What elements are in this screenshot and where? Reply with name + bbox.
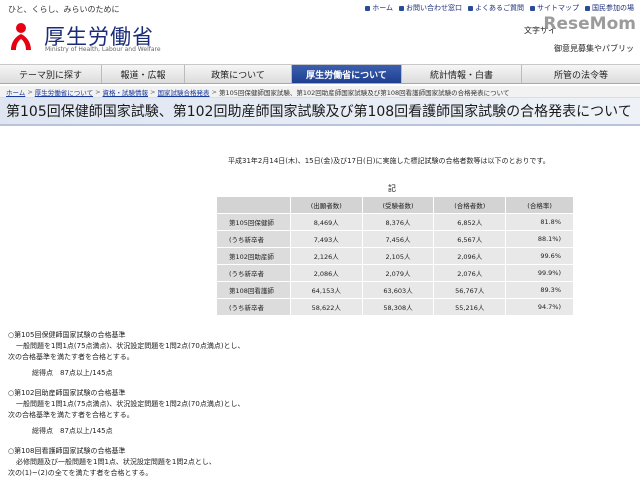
util-link-sitemap[interactable]: サイトマップ bbox=[530, 3, 579, 13]
util-link-contact[interactable]: お問い合わせ窓口 bbox=[399, 3, 462, 13]
util-link-home[interactable]: ホーム bbox=[365, 3, 393, 13]
table-row: (うち新卒者 7,493人 7,456人 6,567人 88.1%) bbox=[216, 230, 574, 248]
criteria-text: 必修問題及び一般問題を1問1点、状況設定問題を1問2点とし、 bbox=[16, 458, 216, 466]
pass-rate-cell: 88.1%) bbox=[505, 230, 574, 248]
arrow-icon bbox=[399, 5, 404, 11]
applicants-cell: 64,153人 bbox=[289, 281, 363, 299]
opinion-link[interactable]: 御意見募集やパブリッ bbox=[554, 43, 634, 54]
site-tagline: ひと、くらし、みらいのために bbox=[8, 5, 120, 14]
criteria-score: 総得点 87点以上/145点 bbox=[32, 427, 113, 435]
passers-cell: 55,216人 bbox=[433, 298, 507, 316]
criteria-score: 総得点 87点以上/145点 bbox=[32, 369, 113, 377]
criteria-heading: ○第108回看護師国家試験の合格基準 bbox=[8, 447, 126, 455]
criteria-midwife: ○第102回助産師国家試験の合格基準 一般問題を1問1点(75点満点)、状況設定… bbox=[8, 388, 245, 437]
nav-item-policy[interactable]: 政策について bbox=[185, 65, 292, 83]
pass-rate-cell: 89.3% bbox=[505, 281, 574, 299]
arrow-icon bbox=[530, 5, 535, 11]
criteria-nurse: ○第108回看護師国家試験の合格基準 必修問題及び一般問題を1問1点、状況設定問… bbox=[8, 446, 216, 479]
criteria-text: 次の合格基準を満たす者を合格とする。 bbox=[8, 353, 134, 361]
table-row: 第108回看護師 64,153人 63,603人 56,767人 89.3% bbox=[216, 281, 574, 299]
table-header-cell: (合格者数) bbox=[433, 196, 507, 214]
examinees-cell: 63,603人 bbox=[361, 281, 435, 299]
table-header-row: (出願者数) (受験者数) (合格者数) (合格率) bbox=[216, 196, 574, 214]
examinees-cell: 8,376人 bbox=[361, 213, 435, 231]
util-link-faq[interactable]: よくあるご質問 bbox=[468, 3, 524, 13]
criteria-text: 一般問題を1問1点(75点満点)、状況設定問題を1問2点(70点満点)とし、 bbox=[16, 342, 245, 350]
table-header-cell: (合格率) bbox=[505, 196, 574, 214]
passers-cell: 2,076人 bbox=[433, 264, 507, 282]
nav-item-press[interactable]: 報道・広報 bbox=[102, 65, 185, 83]
mhlw-logo-icon[interactable] bbox=[8, 22, 34, 52]
pass-rate-cell: 94.7%) bbox=[505, 298, 574, 316]
criteria-public-health-nurse: ○第105回保健師国家試験の合格基準 一般問題を1問1点(75点満点)、状況設定… bbox=[8, 330, 245, 379]
page-title: 第105回保健師国家試験、第102回助産師国家試験及び第108回看護師国家試験の… bbox=[0, 98, 640, 126]
table-header-cell bbox=[216, 196, 291, 214]
passers-cell: 2,096人 bbox=[433, 247, 507, 265]
results-table: (出願者数) (受験者数) (合格者数) (合格率) 第105回保健師 8,46… bbox=[216, 196, 574, 316]
nav-item-themes[interactable]: テーマ別に探す bbox=[0, 65, 102, 83]
applicants-cell: 58,622人 bbox=[289, 298, 363, 316]
criteria-text: 一般問題を1問1点(75点満点)、状況設定問題を1問2点(70点満点)とし、 bbox=[16, 400, 245, 408]
examinees-cell: 58,308人 bbox=[361, 298, 435, 316]
row-label: 第108回看護師 bbox=[216, 281, 291, 299]
global-nav: テーマ別に探す 報道・広報 政策について 厚生労働省について 統計情報・白書 所… bbox=[0, 64, 640, 84]
criteria-text: 次の(1)~(2)の全てを満たす者を合格とする。 bbox=[8, 469, 153, 477]
row-label: 第102回助産師 bbox=[216, 247, 291, 265]
arrow-icon bbox=[468, 5, 473, 11]
row-label: 第105回保健師 bbox=[216, 213, 291, 231]
applicants-cell: 2,126人 bbox=[289, 247, 363, 265]
passers-cell: 56,767人 bbox=[433, 281, 507, 299]
intro-text: 平成31年2月14日(木)、15日(金)及び17日(日)に実施した標記試験の合格… bbox=[228, 157, 550, 165]
table-header-cell: (出願者数) bbox=[289, 196, 363, 214]
table-row: (うち新卒者 58,622人 58,308人 55,216人 94.7%) bbox=[216, 298, 574, 316]
table-row: (うち新卒者 2,086人 2,079人 2,076人 99.9%) bbox=[216, 264, 574, 282]
row-label: (うち新卒者 bbox=[216, 264, 291, 282]
pass-rate-cell: 81.8% bbox=[505, 213, 574, 231]
table-row: 第102回助産師 2,126人 2,105人 2,096人 99.6% bbox=[216, 247, 574, 265]
breadcrumb: ホーム > 厚生労働省について > 資格・試験情報 > 国家試験合格発表 > 第105回… bbox=[0, 86, 640, 98]
applicants-cell: 2,086人 bbox=[289, 264, 363, 282]
utility-links: ホーム お問い合わせ窓口 よくあるご質問 サイトマップ 国民参加の場 bbox=[365, 3, 634, 13]
resemom-watermark: ReseMom bbox=[543, 14, 636, 34]
pass-rate-cell: 99.9%) bbox=[505, 264, 574, 282]
row-label: (うち新卒者 bbox=[216, 298, 291, 316]
ki-label: 記 bbox=[388, 184, 396, 193]
pass-rate-cell: 99.6% bbox=[505, 247, 574, 265]
applicants-cell: 8,469人 bbox=[289, 213, 363, 231]
examinees-cell: 2,079人 bbox=[361, 264, 435, 282]
nav-item-statistics[interactable]: 統計情報・白書 bbox=[402, 65, 522, 83]
criteria-heading: ○第105回保健師国家試験の合格基準 bbox=[8, 331, 126, 339]
criteria-text: 次の合格基準を満たす者を合格とする。 bbox=[8, 411, 134, 419]
row-label: (うち新卒者 bbox=[216, 230, 291, 248]
table-header-cell: (受験者数) bbox=[361, 196, 435, 214]
criteria-heading: ○第102回助産師国家試験の合格基準 bbox=[8, 389, 126, 397]
breadcrumb-current: 第105回保健師国家試験、第102回助産師国家試験及び第108回看護師国家試験の… bbox=[218, 88, 510, 97]
examinees-cell: 7,456人 bbox=[361, 230, 435, 248]
site-header: ひと、くらし、みらいのために 厚生労働省 Ministry of Health,… bbox=[0, 0, 640, 64]
breadcrumb-qualifications[interactable]: 資格・試験情報 bbox=[103, 87, 149, 97]
breadcrumb-exam-results[interactable]: 国家試験合格発表 bbox=[157, 87, 209, 97]
passers-cell: 6,852人 bbox=[433, 213, 507, 231]
nav-item-laws[interactable]: 所管の法令等 bbox=[522, 65, 640, 83]
applicants-cell: 7,493人 bbox=[289, 230, 363, 248]
examinees-cell: 2,105人 bbox=[361, 247, 435, 265]
passers-cell: 6,567人 bbox=[433, 230, 507, 248]
arrow-icon bbox=[585, 5, 590, 11]
breadcrumb-about[interactable]: 厚生労働省について bbox=[35, 87, 93, 97]
nav-item-about[interactable]: 厚生労働省について bbox=[292, 65, 402, 83]
arrow-icon bbox=[365, 5, 371, 11]
table-row: 第105回保健師 8,469人 8,376人 6,852人 81.8% bbox=[216, 213, 574, 231]
logo-english: Ministry of Health, Labour and Welfare bbox=[45, 46, 161, 53]
breadcrumb-home[interactable]: ホーム bbox=[6, 87, 25, 97]
util-link-participation[interactable]: 国民参加の場 bbox=[585, 3, 634, 13]
